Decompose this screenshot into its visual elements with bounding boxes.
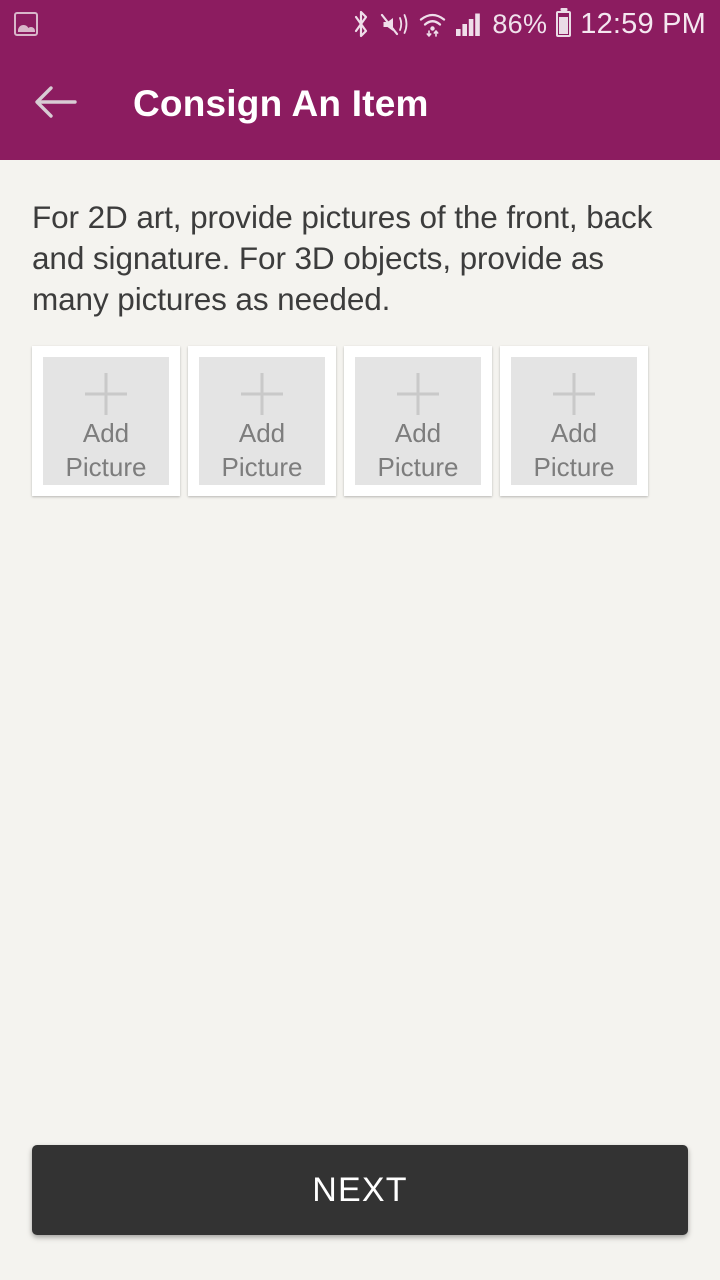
- plus-icon: [553, 373, 595, 415]
- add-picture-slot-4-label: Add Picture: [534, 416, 615, 484]
- add-picture-label-line2: Picture: [221, 452, 303, 482]
- main-content: For 2D art, provide pictures of the fron…: [0, 160, 720, 1280]
- gallery-image-icon: [14, 12, 38, 36]
- add-picture-slot-2-inner: Add Picture: [199, 357, 325, 485]
- page-title: Consign An Item: [133, 83, 429, 124]
- add-picture-label-line1: Add: [394, 418, 442, 448]
- add-picture-slot-1[interactable]: Add Picture: [32, 346, 180, 496]
- volume-mute-vibrate-icon: [380, 11, 410, 37]
- plus-icon: [241, 373, 283, 415]
- battery-icon: [556, 11, 572, 37]
- clock-label: 12:59 PM: [580, 7, 706, 40]
- cellular-signal-icon: [455, 11, 483, 37]
- status-bar-notifications: [14, 12, 38, 36]
- add-picture-slot-4-inner: Add Picture: [511, 357, 637, 485]
- status-bar-system-icons: 86% 12:59 PM: [351, 7, 706, 40]
- add-picture-label-line2: Picture: [65, 452, 147, 482]
- add-picture-slot-1-inner: Add Picture: [43, 357, 169, 485]
- bluetooth-icon: [351, 10, 371, 38]
- plus-icon: [85, 373, 127, 415]
- next-button[interactable]: NEXT: [32, 1145, 688, 1235]
- app-bar: Consign An Item: [0, 48, 720, 160]
- status-bar: 86% 12:59 PM: [0, 0, 720, 48]
- add-picture-slot-2[interactable]: Add Picture: [188, 346, 336, 496]
- add-picture-slot-4[interactable]: Add Picture: [500, 346, 648, 496]
- back-button[interactable]: [28, 77, 82, 131]
- add-picture-label-line1: Add: [238, 418, 286, 448]
- instructions-text: For 2D art, provide pictures of the fron…: [32, 199, 653, 317]
- arrow-left-icon: [33, 84, 77, 125]
- add-picture-slot-1-label: Add Picture: [66, 416, 147, 484]
- battery-percent-label: 86%: [492, 8, 548, 39]
- wifi-icon: [419, 11, 446, 37]
- add-picture-label-line1: Add: [82, 418, 130, 448]
- add-picture-slot-3[interactable]: Add Picture: [344, 346, 492, 496]
- picture-slot-list: Add Picture Add Picture Add Picture Add …: [32, 346, 688, 496]
- add-picture-label-line2: Picture: [377, 452, 459, 482]
- add-picture-label-line2: Picture: [533, 452, 615, 482]
- add-picture-slot-3-inner: Add Picture: [355, 357, 481, 485]
- add-picture-slot-3-label: Add Picture: [378, 416, 459, 484]
- add-picture-slot-2-label: Add Picture: [222, 416, 303, 484]
- plus-icon: [397, 373, 439, 415]
- add-picture-label-line1: Add: [550, 418, 598, 448]
